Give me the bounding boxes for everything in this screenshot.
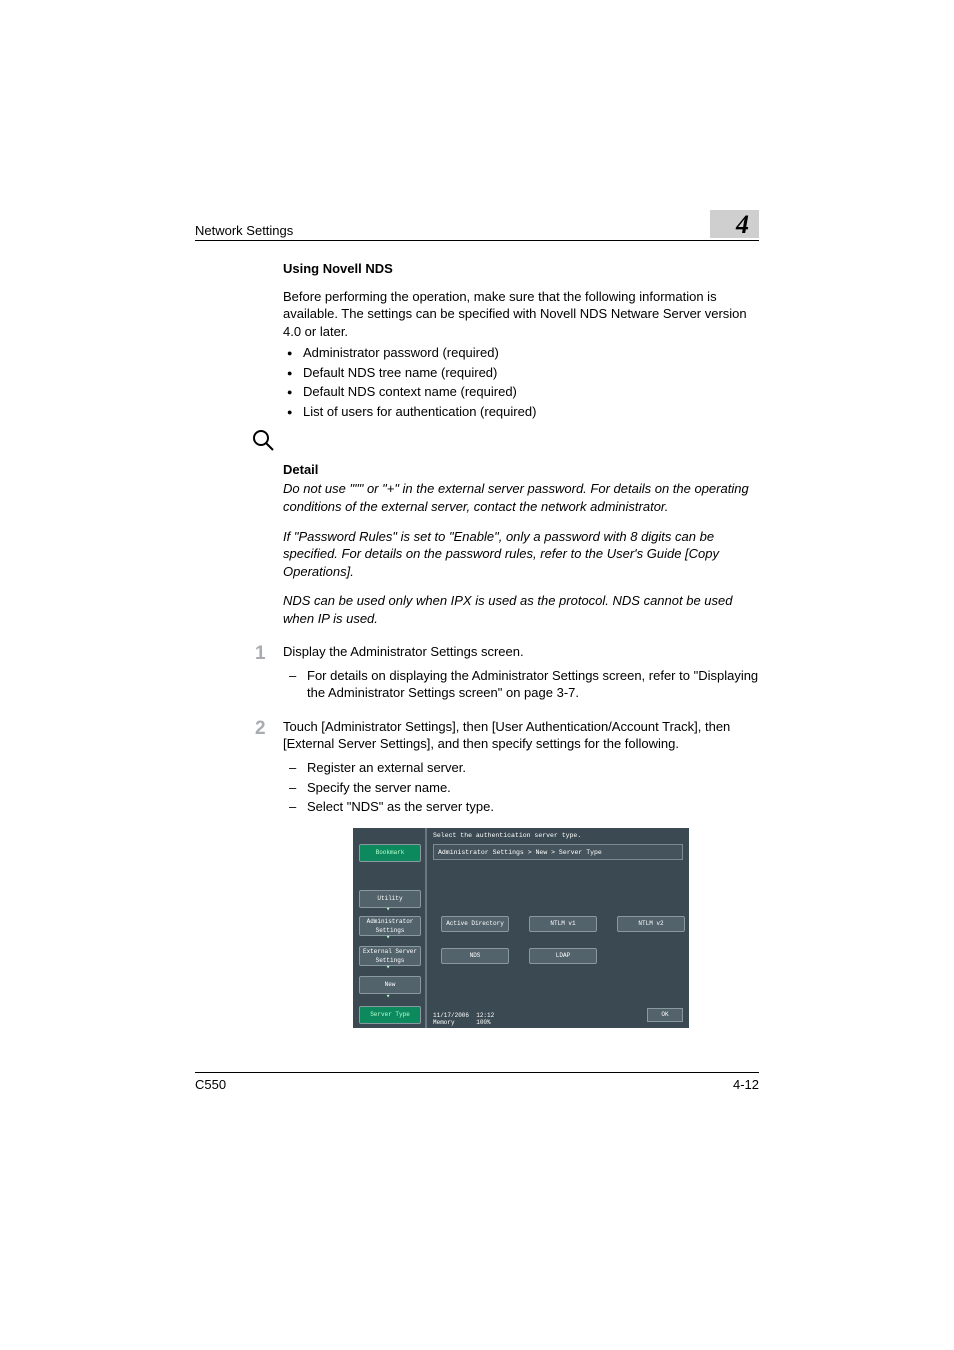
- active-directory-button[interactable]: Active Directory: [441, 916, 509, 932]
- breadcrumb: Administrator Settings > New > Server Ty…: [433, 844, 683, 860]
- detail-paragraph: If "Password Rules" is set to "Enable", …: [283, 528, 759, 581]
- section-title: Network Settings: [195, 223, 293, 238]
- utility-button[interactable]: Utility: [359, 890, 421, 908]
- ntlm-v1-button[interactable]: NTLM v1: [529, 916, 597, 932]
- list-item: Default NDS tree name (required): [283, 364, 759, 382]
- page-number: 4-12: [733, 1077, 759, 1092]
- step-sub-item: Register an external server.: [283, 759, 759, 777]
- intro-paragraph: Before performing the operation, make su…: [283, 288, 759, 341]
- new-button[interactable]: New: [359, 976, 421, 994]
- detail-heading: Detail: [283, 461, 759, 479]
- magnifier-icon: [251, 428, 759, 459]
- running-header: Network Settings 4: [195, 210, 759, 241]
- chapter-number: 4: [710, 210, 759, 238]
- step-sub-item: Select "NDS" as the server type.: [283, 798, 759, 816]
- bookmark-button[interactable]: Bookmark: [359, 844, 421, 862]
- page-content: Using Novell NDS Before performing the o…: [283, 260, 759, 1028]
- step-text: Display the Administrator Settings scree…: [283, 644, 524, 659]
- admin-settings-button[interactable]: Administrator Settings: [359, 916, 421, 936]
- status-bar: 11/17/2006 12:12 Memory 100%: [433, 1012, 494, 1026]
- step-number: 2: [255, 716, 266, 742]
- nds-button[interactable]: NDS: [441, 948, 509, 964]
- detail-paragraph: Do not use """ or "+" in the external se…: [283, 480, 759, 515]
- detail-paragraph: NDS can be used only when IPX is used as…: [283, 592, 759, 627]
- chevron-down-icon: ▾: [386, 908, 392, 913]
- list-item: List of users for authentication (requir…: [283, 403, 759, 421]
- list-item: Default NDS context name (required): [283, 383, 759, 401]
- step-sub-item: Specify the server name.: [283, 779, 759, 797]
- ldap-button[interactable]: LDAP: [529, 948, 597, 964]
- chevron-down-icon: ▾: [386, 936, 392, 941]
- step-text: Touch [Administrator Settings], then [Us…: [283, 719, 730, 752]
- step-2: 2 Touch [Administrator Settings], then […: [283, 718, 759, 816]
- model-label: C550: [195, 1077, 226, 1092]
- ok-button[interactable]: OK: [647, 1008, 683, 1022]
- screenshot-instruction: Select the authentication server type.: [433, 832, 581, 841]
- step-sub-item: For details on displaying the Administra…: [283, 667, 759, 702]
- device-screenshot: Bookmark Utility ▾ Administrator Setting…: [353, 828, 689, 1028]
- step-1: 1 Display the Administrator Settings scr…: [283, 643, 759, 702]
- chevron-down-icon: ▾: [386, 995, 392, 1000]
- requirements-list: Administrator password (required) Defaul…: [283, 344, 759, 420]
- page-footer: C550 4-12: [195, 1072, 759, 1092]
- chevron-down-icon: ▾: [386, 966, 392, 971]
- step-number: 1: [255, 641, 266, 667]
- subsection-heading: Using Novell NDS: [283, 260, 759, 278]
- ntlm-v2-button[interactable]: NTLM v2: [617, 916, 685, 932]
- server-type-button[interactable]: Server Type: [359, 1006, 421, 1024]
- list-item: Administrator password (required): [283, 344, 759, 362]
- external-server-button[interactable]: External Server Settings: [359, 946, 421, 966]
